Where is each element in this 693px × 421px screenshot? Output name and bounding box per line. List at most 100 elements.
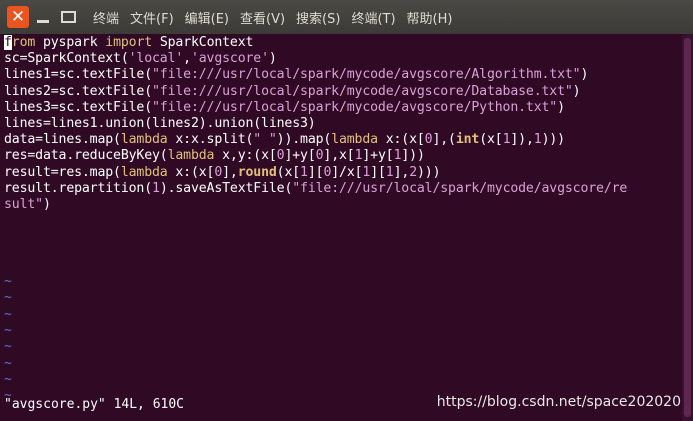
code-token: ,	[183, 51, 191, 67]
code-token: lambda	[120, 164, 176, 180]
code-token: ]))	[401, 148, 425, 164]
status-line: "avgscore.py" 14L, 610C	[4, 397, 185, 412]
code-token: 0	[214, 164, 223, 180]
code-token: "file:///usr/local/spark/mycode/avgscore…	[152, 67, 581, 83]
code-token: pyspark	[42, 35, 106, 50]
window-title: 终端	[93, 11, 120, 27]
code-token: ],	[393, 164, 410, 180]
code-token: "file:///usr/local/spark/mycode/avgscore…	[292, 180, 628, 196]
code-token: SparkContext	[159, 35, 254, 50]
empty-line-marker: ~	[4, 322, 12, 338]
code-token: )	[268, 51, 277, 67]
code-token: ]/x[	[331, 164, 363, 180]
empty-line-marker: ~	[4, 371, 12, 387]
close-button[interactable]: ✕	[7, 6, 29, 28]
code-token: lambda	[120, 132, 176, 148]
code-token: 'avgscore'	[190, 51, 269, 67]
minimize-button[interactable]	[32, 6, 54, 28]
menu-edit[interactable]: 编辑(E)	[185, 8, 229, 27]
code-token: ).saveAsTextFile(	[159, 180, 293, 196]
empty-line-marker: ~	[4, 355, 12, 371]
code-token: 1	[533, 132, 542, 148]
code-token: x,y:(x[	[222, 148, 277, 164]
code-token: ][	[307, 164, 324, 180]
code-token: lines2=sc.textFile(	[4, 83, 153, 99]
code-token: )	[557, 99, 565, 115]
code-token: result.repartition(	[4, 180, 153, 196]
code-token: rom	[11, 35, 43, 50]
menu-file[interactable]: 文件(F)	[130, 8, 174, 27]
minimize-icon	[37, 20, 49, 23]
scrollbar-thumb[interactable]	[684, 38, 691, 417]
empty-line-marker: ~	[4, 290, 12, 306]
code-line: lines3=sc.textFile("file:///usr/local/sp…	[4, 100, 565, 116]
code-token: data=lines.map(	[4, 132, 121, 148]
code-line: lines=lines1.union(lines2).union(lines3)	[4, 116, 316, 132]
code-token: )	[572, 83, 581, 99]
maximize-icon	[60, 11, 76, 23]
code-token: x:x.split(	[175, 132, 254, 148]
code-token: x:(x[	[385, 132, 425, 148]
code-token: res=data.reduceByKey(	[4, 148, 168, 164]
code-token: 2	[409, 164, 417, 180]
code-token: import	[105, 35, 160, 50]
code-token: lines3=sc.textFile(	[4, 99, 153, 115]
empty-line-marker: ~	[4, 274, 12, 289]
code-token: lines1=sc.textFile(	[4, 67, 153, 83]
code-token: ]+y[	[362, 148, 394, 164]
code-line: lines1=sc.textFile("file:///usr/local/sp…	[4, 67, 588, 83]
code-token: )	[42, 197, 51, 212]
scrollbar[interactable]	[682, 34, 693, 421]
watermark: https://blog.csdn.net/space202020	[436, 394, 681, 410]
menu-search[interactable]: 搜索(S)	[296, 8, 340, 27]
code-line: from pyspark import SparkContext	[4, 35, 253, 51]
empty-line-marker: ~	[4, 306, 12, 322]
code-token: ]),	[510, 132, 534, 148]
code-token: )))	[541, 132, 566, 148]
code-token: " "	[253, 132, 277, 148]
menu-help[interactable]: 帮助(H)	[407, 8, 453, 27]
empty-line-marker: ~	[4, 339, 12, 355]
code-token: )	[580, 67, 589, 83]
title-bar: ✕ 终端 文件(F) 编辑(E) 查看(V) 搜索(S) 终端(T) 帮助(H)	[0, 0, 693, 34]
maximize-button[interactable]	[57, 6, 79, 28]
code-token: "file:///usr/local/spark/mycode/avgscore…	[152, 99, 558, 115]
close-icon: ✕	[10, 6, 26, 27]
terminal-window: ✕ 终端 文件(F) 编辑(E) 查看(V) 搜索(S) 终端(T) 帮助(H)…	[0, 0, 693, 421]
code-line: result=res.map(lambda x:(x[0],round(x[1]…	[4, 164, 441, 181]
code-token: sult"	[4, 197, 43, 212]
code-token: )))	[416, 164, 441, 180]
text-cursor: f	[4, 35, 12, 50]
code-token: result=res.map(	[4, 164, 121, 180]
code-line: data=lines.map(lambda x:x.split(" ")).ma…	[4, 132, 565, 148]
code-token: 1	[300, 164, 308, 180]
menu-bar: 终端 文件(F) 编辑(E) 查看(V) 搜索(S) 终端(T) 帮助(H)	[93, 8, 463, 27]
code-token: (x[	[479, 132, 503, 148]
menu-terminal[interactable]: 终端(T)	[351, 8, 395, 27]
code-line: lines2=sc.textFile("file:///usr/local/sp…	[4, 83, 581, 100]
code-token: x:(x[	[175, 164, 215, 180]
code-token: 1	[385, 164, 394, 180]
code-token: ]+y[	[284, 148, 316, 164]
code-token: ],(	[432, 132, 456, 148]
code-line: result.repartition(1).saveAsTextFile("fi…	[4, 181, 627, 197]
code-token: 'local'	[128, 51, 184, 67]
vim-editor[interactable]: from pyspark import SparkContext sc=Spark…	[0, 34, 682, 421]
code-token: (x[	[276, 164, 301, 180]
code-token: ],	[222, 164, 238, 180]
code-line: res=data.reduceByKey(lambda x,y:(x[0]+y[…	[4, 148, 425, 164]
code-token: lambda	[331, 132, 386, 148]
code-token: ],x[	[323, 148, 355, 164]
code-token: sc=SparkContext(	[4, 51, 129, 67]
code-token: lambda	[167, 148, 223, 164]
code-line: sult")	[4, 197, 51, 213]
code-token: round	[237, 164, 277, 180]
code-token: "file:///usr/local/spark/mycode/avgscore…	[152, 83, 573, 99]
code-token: 1	[152, 180, 160, 196]
code-token: ][	[370, 164, 386, 180]
code-token: int	[455, 132, 480, 148]
menu-view[interactable]: 查看(V)	[240, 8, 285, 27]
code-token: )).map(	[276, 132, 332, 148]
code-token: lines=lines1.union(lines2).union(lines3)	[4, 116, 316, 131]
code-line: sc=SparkContext('local','avgscore')	[4, 51, 277, 67]
